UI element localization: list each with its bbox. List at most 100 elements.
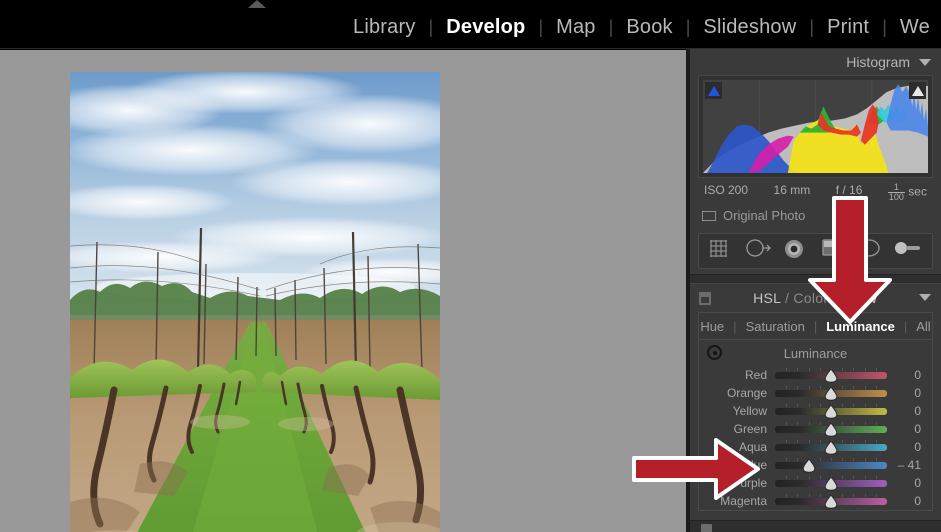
slider-label-aqua: Aqua <box>738 440 767 454</box>
adjustment-brush-icon[interactable] <box>893 238 923 264</box>
chevron-down-icon[interactable] <box>919 294 931 301</box>
crop-overlay-icon[interactable] <box>708 238 738 264</box>
slider-handle-magenta[interactable] <box>824 493 838 509</box>
shadow-clipping-indicator[interactable] <box>705 82 722 99</box>
iso-value: ISO 200 <box>704 183 749 197</box>
slider-value-red[interactable]: 0 <box>887 368 927 382</box>
slider-handle-red[interactable] <box>824 367 838 383</box>
slider-track-orange[interactable] <box>775 385 887 401</box>
highlight-clipping-triangle-icon <box>911 85 924 96</box>
slider-value-green[interactable]: 0 <box>887 422 927 436</box>
tab-saturation[interactable]: Saturation <box>737 319 814 334</box>
spot-removal-icon[interactable] <box>745 238 775 264</box>
slider-row-red: Red 0 <box>699 366 932 384</box>
original-photo-row[interactable]: Original Photo <box>702 208 929 229</box>
slider-track-yellow[interactable] <box>775 403 887 419</box>
slider-row-aqua: Aqua 0 <box>699 438 932 456</box>
focal-length-value: 16 mm <box>773 183 811 197</box>
hsl-panel-header[interactable]: HSL / Color B & W <box>690 284 941 312</box>
aperture-value: f / 16 <box>835 183 863 197</box>
red-eye-correction-icon[interactable] <box>782 238 812 264</box>
hsl-title-color[interactable]: Color <box>793 290 828 306</box>
slider-track-aqua[interactable] <box>775 439 887 455</box>
luminance-section-title: Luminance <box>783 345 848 361</box>
slider-value-orange[interactable]: 0 <box>887 386 927 400</box>
slider-track-magenta[interactable] <box>775 493 887 509</box>
image-work-area <box>0 50 686 532</box>
slider-value-blue[interactable]: – 41 <box>887 458 927 472</box>
highlight-clipping-indicator[interactable] <box>909 82 926 99</box>
slider-track-green[interactable] <box>775 421 887 437</box>
slider-handle-orange[interactable] <box>824 385 838 401</box>
panel-enable-switch-icon[interactable] <box>701 524 712 532</box>
slider-row-orange: Orange 0 <box>699 384 932 402</box>
slider-handle-green[interactable] <box>824 421 838 437</box>
slider-value-aqua[interactable]: 0 <box>887 440 927 454</box>
hsl-title-hsl[interactable]: HSL <box>753 290 781 306</box>
collapse-top-panel-arrow-icon[interactable] <box>248 0 266 8</box>
histogram-header[interactable]: Histogram <box>690 49 941 75</box>
slider-label-yellow: Yellow <box>732 404 767 418</box>
slider-track-blue[interactable] <box>775 457 887 473</box>
slider-label-red: Red <box>744 368 767 382</box>
next-panel-peek[interactable] <box>690 520 941 532</box>
histogram-panel[interactable] <box>698 75 933 178</box>
tab-luminance[interactable]: Luminance <box>817 319 904 334</box>
module-item-book[interactable]: Book <box>613 16 685 39</box>
histogram-title: Histogram <box>846 54 910 70</box>
shutter-speed-value: 1 100 sec <box>887 183 927 202</box>
module-nav: Library | Develop | Map | Book | Slidesh… <box>340 16 941 39</box>
original-photo-label: Original Photo <box>723 208 806 223</box>
photo-rectangle-icon <box>702 210 716 221</box>
radial-filter-icon[interactable] <box>856 238 886 264</box>
panel-divider <box>690 274 941 284</box>
slider-value-magenta[interactable]: 0 <box>887 494 927 508</box>
shutter-denominator: 100 <box>888 192 904 202</box>
lightroom-develop-window: Library | Develop | Map | Book | Slidesh… <box>0 0 941 532</box>
tab-hue[interactable]: Hue <box>691 319 733 334</box>
module-item-print[interactable]: Print <box>814 16 882 39</box>
slider-value-purple[interactable]: 0 <box>887 476 927 490</box>
slider-row-blue: Blue – 41 <box>699 456 932 474</box>
slider-label-magenta: Magenta <box>720 494 767 508</box>
module-item-map[interactable]: Map <box>543 16 609 39</box>
module-item-library[interactable]: Library <box>340 16 429 39</box>
chevron-down-icon[interactable] <box>919 58 931 66</box>
slider-handle-yellow[interactable] <box>824 403 838 419</box>
slider-track-red[interactable] <box>775 367 887 383</box>
luminance-section-header: Luminance <box>699 340 932 366</box>
panel-enable-switch-icon[interactable] <box>699 292 711 305</box>
shutter-unit: sec <box>908 184 927 199</box>
slider-row-magenta: Magenta 0 <box>699 492 932 510</box>
slider-label-orange: Orange <box>726 386 767 400</box>
right-develop-panel: Histogram ISO 200 16 mm f / 16 1 100 sec… <box>686 49 941 532</box>
slider-value-yellow[interactable]: 0 <box>887 404 927 418</box>
slider-row-green: Green 0 <box>699 420 932 438</box>
slider-label-green: Green <box>733 422 767 436</box>
develop-tool-strip <box>698 233 933 269</box>
hsl-tab-bar: Hue | Saturation | Luminance | All <box>699 313 932 340</box>
hsl-title-separator: / <box>784 290 790 306</box>
slider-ticks <box>775 457 887 461</box>
hsl-panel-body: Hue | Saturation | Luminance | All Lumin… <box>698 312 933 511</box>
histogram-plot[interactable] <box>703 80 928 173</box>
slider-row-yellow: Yellow 0 <box>699 402 932 420</box>
photo-preview-frame[interactable] <box>70 72 440 532</box>
hsl-title-bw[interactable]: B & W <box>837 290 878 306</box>
slider-handle-purple[interactable] <box>824 475 838 491</box>
slider-handle-blue[interactable] <box>802 457 816 473</box>
module-item-web[interactable]: We <box>887 16 941 39</box>
slider-handle-aqua[interactable] <box>824 439 838 455</box>
graduated-filter-icon[interactable] <box>819 238 849 264</box>
luminance-slider-list: Red 0 Orange 0 Yellow 0 Green 0 Aqua 0 Blue – 41 Pur… <box>699 366 932 510</box>
module-picker-bar: Library | Develop | Map | Book | Slidesh… <box>0 0 941 49</box>
module-item-develop[interactable]: Develop <box>433 16 538 39</box>
exif-metadata-row: ISO 200 16 mm f / 16 1 100 sec <box>704 183 927 202</box>
shadow-clipping-triangle-icon <box>707 85 720 96</box>
tab-all[interactable]: All <box>907 319 939 334</box>
target-adjustment-tool-icon[interactable] <box>707 345 722 360</box>
slider-label-blue: Blue <box>742 458 767 472</box>
module-item-slideshow[interactable]: Slideshow <box>690 16 809 39</box>
slider-track-purple[interactable] <box>775 475 887 491</box>
slider-label-purple: Purple <box>732 476 767 490</box>
